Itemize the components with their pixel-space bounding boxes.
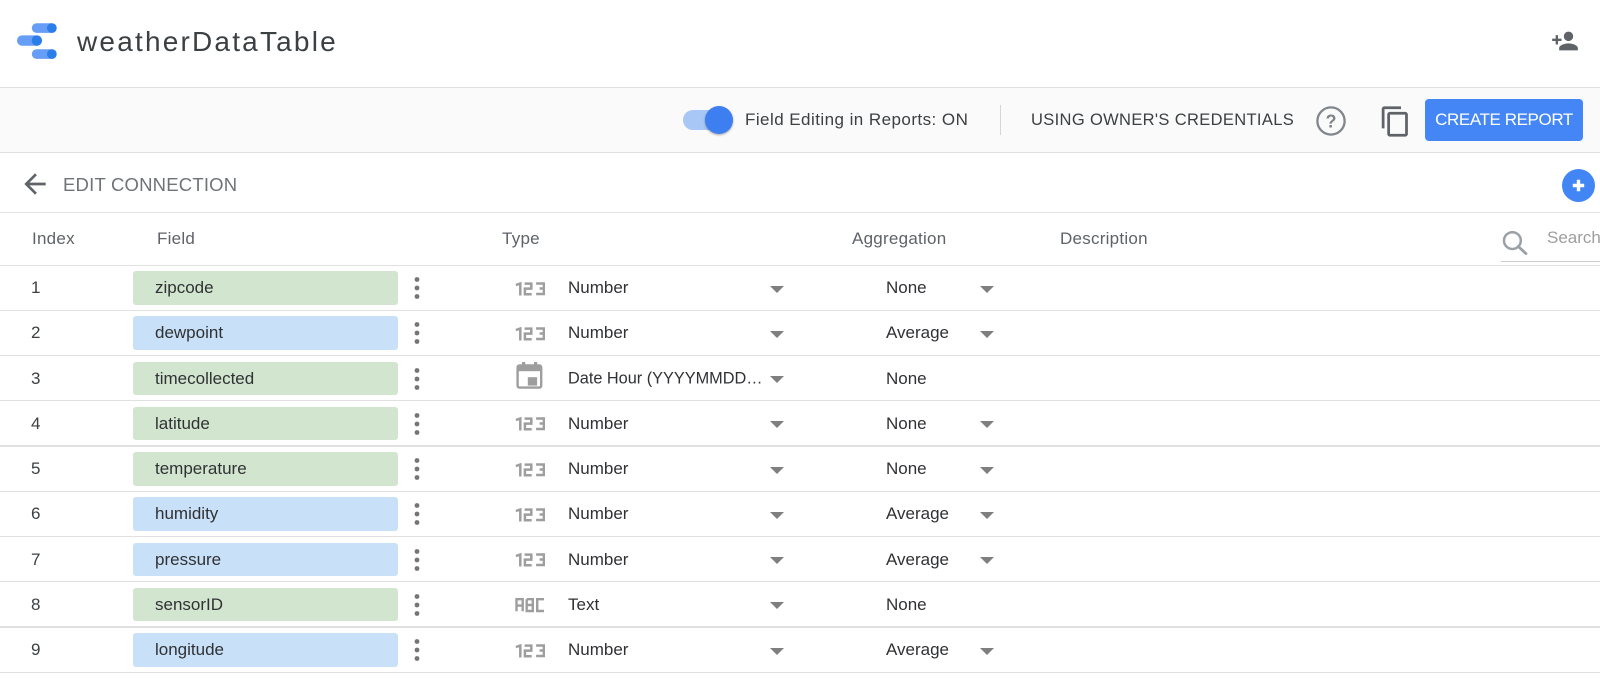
svg-text:?: ? [1326,112,1337,132]
